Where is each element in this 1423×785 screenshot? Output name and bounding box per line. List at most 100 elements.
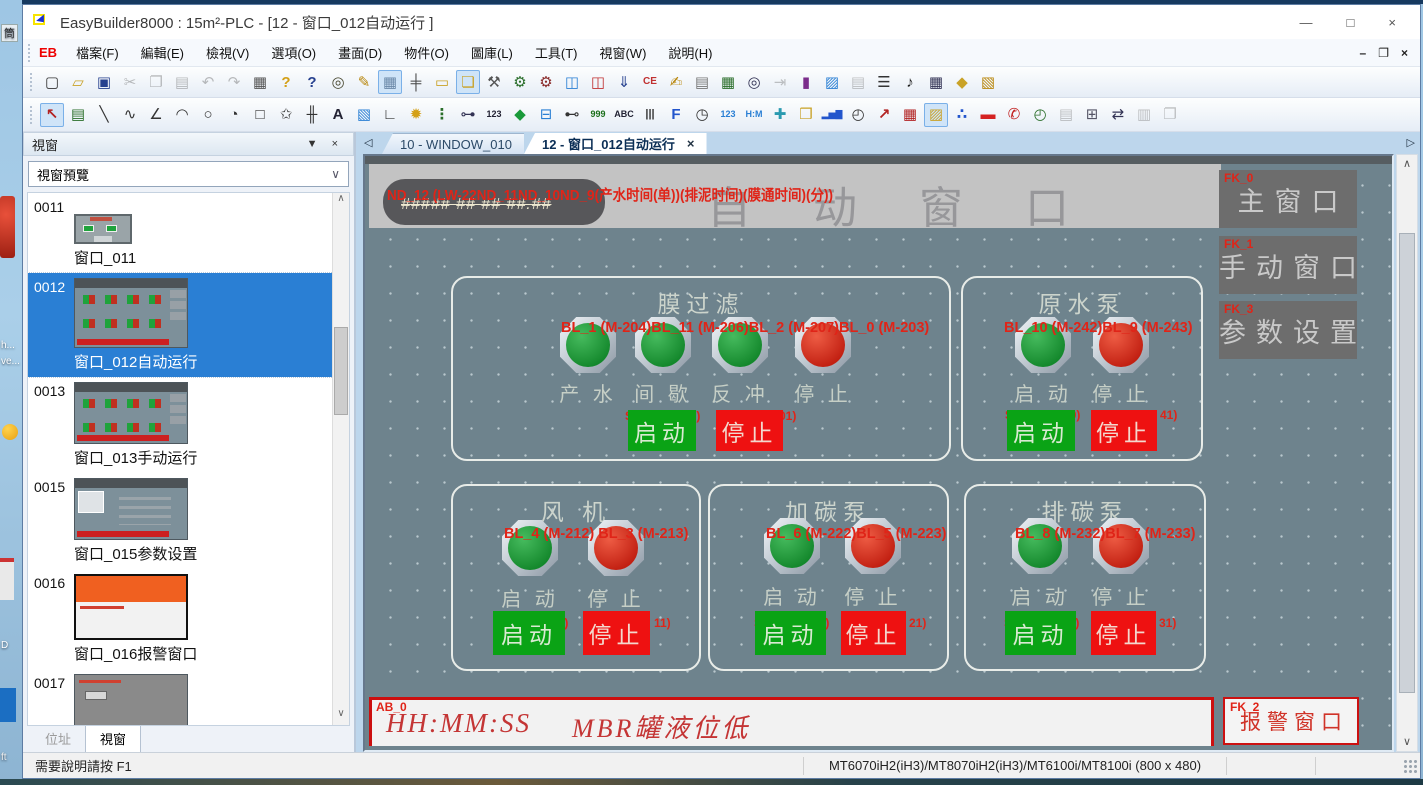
fk-parameter-window-button[interactable]: FK_3 参数设置 — [1219, 301, 1357, 359]
canvas-vertical-scrollbar[interactable]: ∧ ∨ — [1396, 154, 1418, 752]
fit-window-icon[interactable]: ▭ — [430, 70, 454, 94]
tab-window[interactable]: 視窗 — [85, 724, 141, 752]
tab-window-010[interactable]: 10 - WINDOW_010 — [382, 133, 524, 154]
barcode-icon[interactable]: ||| — [638, 103, 662, 127]
polyline-icon[interactable]: ∠ — [144, 103, 168, 127]
help-icon[interactable]: ? — [274, 70, 298, 94]
tab-window-012[interactable]: 12 - 窗口_012自动运行 × — [524, 133, 707, 154]
pie-icon[interactable]: ◔ — [222, 103, 246, 127]
panel-collapse-icon[interactable]: ▼ — [300, 138, 325, 150]
bar-graph-icon[interactable]: ▂▅▇ — [820, 103, 844, 127]
picture-icon[interactable]: ▧ — [352, 103, 376, 127]
compile-icon[interactable]: ⚙ — [508, 70, 532, 94]
history-table-icon[interactable]: ▦ — [898, 103, 922, 127]
scrollbar-thumb[interactable] — [1399, 233, 1415, 693]
menu-item[interactable]: 說明(H) — [657, 39, 723, 66]
title-banner[interactable]: 自动窗口 ##### ## ## ##.## ND_12 (LW-22ND_11… — [369, 164, 1221, 228]
trend-display-icon[interactable]: ↗ — [872, 103, 896, 127]
minimize-icon[interactable]: — — [1300, 15, 1313, 30]
scatter-icon[interactable]: ∴ — [950, 103, 974, 127]
menu-item[interactable]: 工具(T) — [524, 39, 589, 66]
panel-close-icon[interactable]: × — [325, 138, 345, 150]
moving-shape-icon[interactable]: ✚ — [768, 103, 792, 127]
address-viewer-icon[interactable]: ◎ — [742, 70, 766, 94]
scroll-down-icon[interactable]: ∨ — [1397, 733, 1417, 751]
toolbar-drag-handle[interactable] — [30, 106, 34, 124]
list-item-window-0017[interactable]: 0017 — [28, 669, 349, 726]
group-raw-water-pump[interactable]: 原水泵 BL_10 (M-242)BL_9 (M-243) 启 动 停 止 启动… — [961, 276, 1203, 461]
word-lamp-icon[interactable]: ⋮ — [430, 103, 454, 127]
meter-display-icon[interactable]: ◴ — [846, 103, 870, 127]
object-properties-icon[interactable]: ▤ — [66, 103, 90, 127]
close-icon[interactable]: × — [1388, 15, 1396, 30]
list-item-window-0016[interactable]: 0016 窗口_016报警窗口 — [28, 569, 349, 669]
stop-button[interactable]: 停止 — [1091, 611, 1156, 655]
menu-item[interactable]: 圖庫(L) — [460, 39, 524, 66]
scale-icon[interactable]: ╫ — [300, 103, 324, 127]
start-button[interactable]: 启动 — [1007, 410, 1075, 451]
sound-library-icon[interactable]: ♪ — [898, 70, 922, 94]
window-thumbnail[interactable] — [74, 674, 188, 726]
alarm-bell-icon[interactable]: ✆ — [1002, 103, 1026, 127]
tab-scroll-left-icon[interactable]: ◁ — [364, 136, 372, 149]
start-button[interactable]: 启动 — [755, 611, 826, 655]
animation-icon[interactable]: ❒ — [794, 103, 818, 127]
csv-icon[interactable]: ▤ — [690, 70, 714, 94]
scrollbar-thumb[interactable] — [334, 327, 348, 415]
window-thumbnail[interactable] — [74, 574, 188, 640]
new-icon[interactable]: ▢ — [40, 70, 64, 94]
tab-close-icon[interactable]: × — [687, 136, 695, 151]
view-mode-select[interactable]: 視窗預覽 ∨ — [28, 161, 349, 187]
bit-switch-icon[interactable]: ⊶ — [456, 103, 480, 127]
mdi-close-icon[interactable]: × — [1401, 46, 1408, 60]
fk-alarm-window-button[interactable]: FK_2 报警窗口 — [1223, 697, 1359, 745]
time-display-icon[interactable]: H:M — [742, 103, 766, 127]
simulate-online-icon[interactable]: ◫ — [586, 70, 610, 94]
design-canvas[interactable]: 自动窗口 ##### ## ## ##.## ND_12 (LW-22ND_11… — [365, 156, 1392, 750]
multi-state-switch-icon[interactable]: ◆ — [508, 103, 532, 127]
rtc-icon[interactable]: ◷ — [690, 103, 714, 127]
label-library-icon[interactable]: ▦ — [716, 70, 740, 94]
picture-view-icon[interactable]: ▨ — [924, 103, 948, 127]
layer-icon[interactable]: ❏ — [456, 70, 480, 94]
frame-icon[interactable]: ∟ — [378, 103, 402, 127]
whats-this-icon[interactable]: ? — [300, 70, 324, 94]
menu-item[interactable]: 視窗(W) — [588, 39, 657, 66]
window-thumbnail[interactable] — [74, 278, 188, 348]
slider-icon[interactable]: ⊷ — [560, 103, 584, 127]
list-item-window-0013[interactable]: 0013 窗口_013手动运行 — [28, 377, 349, 473]
scroll-down-icon[interactable]: ∨ — [333, 708, 349, 725]
grid-icon[interactable]: ▦ — [378, 70, 402, 94]
bezier-icon[interactable]: ∿ — [118, 103, 142, 127]
object-list-icon[interactable]: ☰ — [872, 70, 896, 94]
scroll-up-icon[interactable]: ∧ — [333, 193, 349, 210]
group-carbon-discharge-pump[interactable]: 排碳泵 BL_8 (M-232)BL_7 (M-233) 启 动 停 止 启动 … — [964, 484, 1206, 671]
menu-item[interactable]: 物件(O) — [393, 39, 460, 66]
polygon-icon[interactable]: ✩ — [274, 103, 298, 127]
menu-item[interactable]: 編輯(E) — [130, 39, 195, 66]
macro-icon[interactable]: ✍ — [664, 70, 688, 94]
word-switch-icon[interactable]: 123 — [482, 103, 506, 127]
text-icon[interactable]: A — [326, 103, 350, 127]
rect-icon[interactable]: □ — [248, 103, 272, 127]
numeric-display-icon[interactable]: 123 — [716, 103, 740, 127]
fk-main-window-button[interactable]: FK_0 主窗口 — [1219, 170, 1357, 228]
find-icon[interactable]: ◎ — [326, 70, 350, 94]
data-transfer-icon[interactable]: ⇄ — [1106, 103, 1130, 127]
tab-address[interactable]: 位址 — [31, 725, 85, 752]
schedule-icon[interactable]: ◴ — [1028, 103, 1052, 127]
download-icon[interactable]: ⇓ — [612, 70, 636, 94]
start-button[interactable]: 启动 — [1005, 611, 1076, 655]
option-list-icon[interactable]: ⊟ — [534, 103, 558, 127]
group-membrane-filter[interactable]: 膜过滤 BL_1 (M-204)BL_11 (M-206)BL_2 (M-207… — [451, 276, 951, 461]
fk-manual-window-button[interactable]: FK_1 手动窗口 — [1219, 236, 1357, 294]
print-icon[interactable]: ▦ — [248, 70, 272, 94]
circle-icon[interactable]: ○ — [196, 103, 220, 127]
function-key-icon[interactable]: F — [664, 103, 688, 127]
recipe-view-icon[interactable]: ⊞ — [1080, 103, 1104, 127]
maximize-icon[interactable]: □ — [1347, 15, 1355, 30]
tag-library-icon[interactable]: ◆ — [950, 70, 974, 94]
ce-download-icon[interactable]: CE — [638, 70, 662, 94]
menu-item[interactable]: 選項(O) — [260, 39, 327, 66]
list-item-window-0012[interactable]: 0012 窗口_012自动运行 — [28, 273, 349, 377]
